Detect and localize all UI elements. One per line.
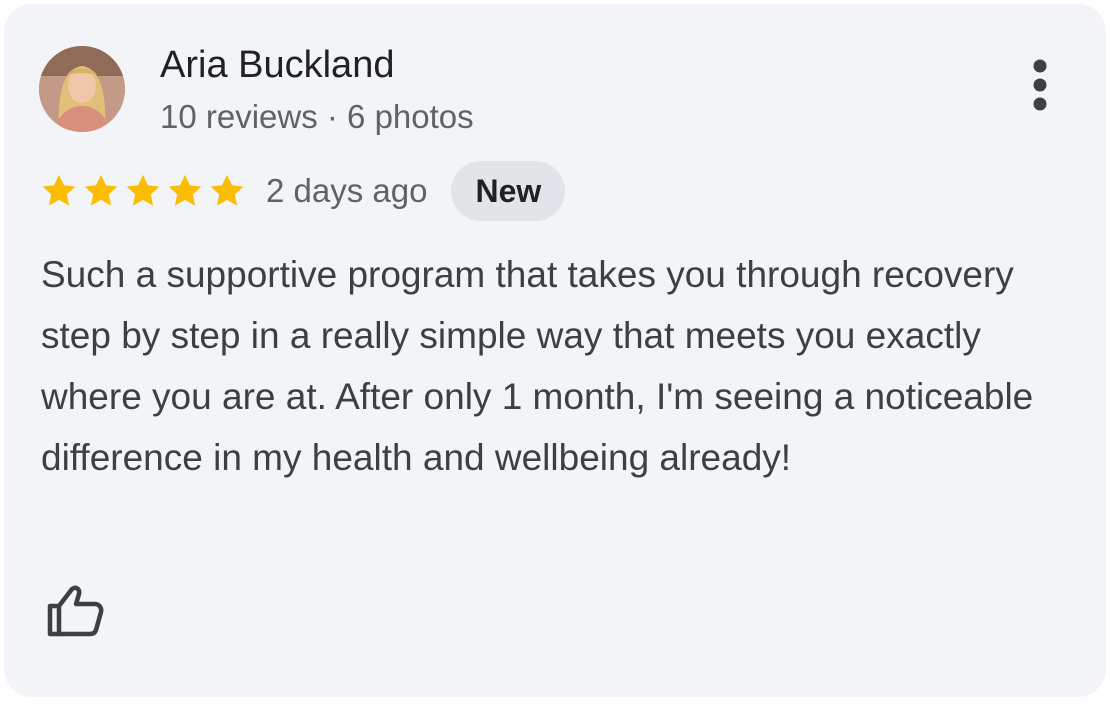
review-text: Such a supportive program that takes you… [41,254,1034,478]
profile-photo-icon [39,46,125,132]
more-vert-icon [1033,59,1047,111]
star-icon [126,174,160,206]
more-options-button[interactable] [1020,56,1060,120]
review-date: 2 days ago [266,172,428,209]
star-icon [210,174,244,206]
avatar[interactable] [39,46,125,132]
author-meta: 10 reviews · 6 photos [160,98,474,135]
rating-row: 2 days ago New [40,160,566,222]
star-icon [84,174,118,206]
star-rating [40,172,246,210]
author-name[interactable]: Aria Buckland [160,42,394,88]
star-icon [42,174,76,206]
like-button[interactable] [42,582,108,642]
star-icon [168,174,202,206]
thumbs-up-icon [47,585,104,637]
review-card: Aria Buckland 10 reviews · 6 photos 2 da… [4,4,1106,697]
new-badge: New [451,161,566,221]
